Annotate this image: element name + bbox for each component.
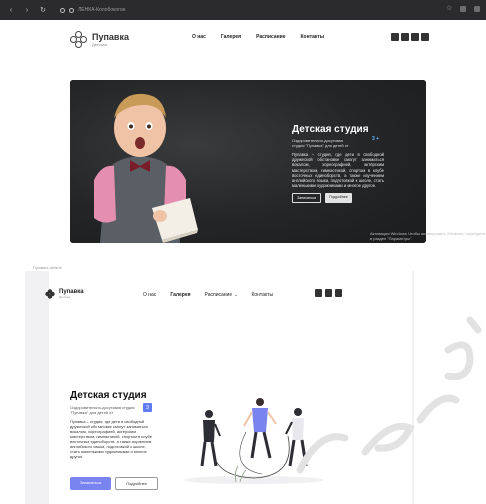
instagram-icon[interactable] <box>325 289 332 297</box>
details-button[interactable]: Подробнее <box>325 193 352 204</box>
site-logo[interactable]: Пупавка Детская <box>45 289 84 299</box>
browser-toolbar: ‹ › ↻ ЛЕНКА-Колобокогое ☆ <box>0 0 486 20</box>
url-text: ЛЕНКА-Колобокогое <box>78 7 126 13</box>
hero-content: Детская студия Оздоровительно-досуговая … <box>70 390 166 490</box>
flower-logo-icon <box>45 289 55 299</box>
instagram-icon[interactable] <box>401 33 409 41</box>
telegram-icon[interactable] <box>315 289 322 297</box>
age-badge: 3 <box>143 403 152 412</box>
boy-with-book-image <box>94 93 198 243</box>
forward-icon[interactable]: › <box>22 5 32 15</box>
nav-item-gallery[interactable]: Галерея <box>170 292 190 298</box>
nav-item-contacts[interactable]: Контакты <box>251 292 273 298</box>
screenshot-design-frame: Пупавка default Пупавка Детская О нас Га… <box>0 262 486 504</box>
reload-icon[interactable]: ↻ <box>38 5 48 15</box>
hero-description: Пупавка – студия, где дети в свободной д… <box>292 152 384 189</box>
hero-tagline: Оздоровительно-досуговая студия "Пупавка… <box>70 405 135 415</box>
main-nav: О нас Галерея Расписание ⌄ Контакты <box>143 292 273 298</box>
logo-subtitle: Детская <box>92 42 107 47</box>
vk-icon[interactable] <box>391 33 399 41</box>
website-page: Пупавка Детская О нас Галерея Расписание… <box>0 20 486 260</box>
nav-item-about[interactable]: О нас <box>192 34 206 40</box>
frame-label: Пупавка default <box>33 265 62 270</box>
logo-name: Пупавка <box>92 32 129 42</box>
nav-item-schedule[interactable]: Расписание <box>256 34 285 40</box>
details-button[interactable]: Подробнее <box>115 477 159 490</box>
signup-button[interactable]: Записаться <box>292 193 322 204</box>
hero-tagline: Оздоровительно-досуговая студия "Пупавка… <box>292 138 349 148</box>
screenshot-desktop-browser: ‹ › ↻ ЛЕНКА-Колобокогое ☆ Пупавка Детска… <box>0 0 486 260</box>
hero-title: Детская студия <box>292 124 369 135</box>
logo-subtitle: Детская <box>59 295 71 299</box>
site-logo[interactable]: Пупавка Детская <box>70 31 129 49</box>
extensions-icon[interactable] <box>460 6 466 12</box>
kids-jumping-rope-illustration <box>184 398 324 484</box>
age-badge: 3 + <box>372 136 380 142</box>
hero-title: Детская студия <box>70 390 147 401</box>
hero-description: Пупавка – студия, где дети в свободной д… <box>70 419 153 459</box>
site-info-icon[interactable] <box>60 7 65 13</box>
telegram-icon[interactable] <box>421 33 429 41</box>
nav-item-about[interactable]: О нас <box>143 292 156 298</box>
back-icon[interactable]: ‹ <box>6 5 16 15</box>
windows-activation-watermark: Активация Windows Чтобы активировать Win… <box>370 231 486 241</box>
lock-icon <box>69 7 74 13</box>
hero-banner: Детская студия Оздоровительно-досуговая … <box>70 80 426 243</box>
profile-icon[interactable] <box>474 6 480 12</box>
chevron-down-icon: ⌄ <box>234 292 238 297</box>
nav-item-schedule[interactable]: Расписание ⌄ <box>205 292 238 298</box>
social-links <box>391 33 429 41</box>
signup-button[interactable]: Записаться <box>70 477 112 490</box>
address-bar[interactable]: ЛЕНКА-Колобокогое <box>60 5 420 15</box>
social-links <box>315 289 342 297</box>
flower-logo-icon <box>70 31 88 49</box>
main-nav: О нас Галерея Расписание Контакты <box>192 34 324 40</box>
youtube-icon[interactable] <box>411 33 419 41</box>
vk-icon[interactable] <box>335 289 342 297</box>
hero-content: Детская студия Оздоровительно-досуговая … <box>292 124 384 204</box>
nav-item-gallery[interactable]: Галерея <box>221 34 241 40</box>
nav-item-contacts[interactable]: Контакты <box>301 34 325 40</box>
bookmark-star-icon[interactable]: ☆ <box>446 5 452 12</box>
